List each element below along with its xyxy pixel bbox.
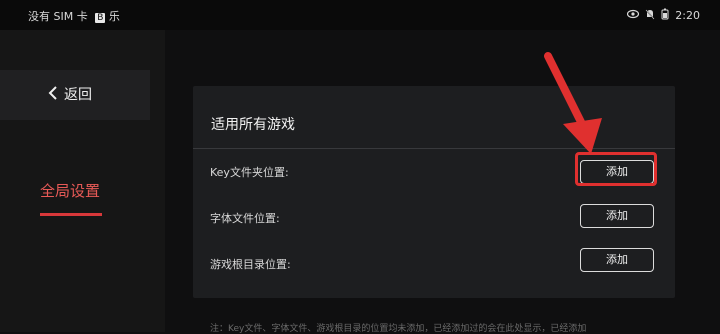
status-left: 没有 SIM 卡 B 乐	[28, 8, 120, 24]
status-extra: 乐	[108, 10, 120, 23]
sidebar-item-global-settings[interactable]: 全局设置	[40, 180, 100, 201]
key-folder-label: Key文件夹位置:	[210, 166, 289, 179]
sim-status: 没有 SIM 卡	[28, 10, 88, 23]
sidebar: 返回 全局设置	[0, 30, 165, 332]
clock-time: 2:20	[675, 9, 700, 22]
game-root-label: 游戏根目录位置:	[210, 258, 291, 271]
battery-icon	[661, 8, 669, 23]
eye-icon	[627, 9, 640, 22]
font-file-label: 字体文件位置:	[210, 212, 280, 225]
sim-badge: B	[95, 13, 106, 23]
footer-note: 注：Key文件、字体文件、游戏根目录的位置均未添加，已经添加过的会在此处显示，已…	[210, 324, 587, 334]
selected-indicator	[40, 213, 102, 216]
highlight-box	[575, 152, 657, 186]
status-bar: 没有 SIM 卡 B 乐 2:20	[0, 0, 720, 30]
add-font-file-button[interactable]: 添加	[580, 204, 654, 228]
back-row: 返回	[0, 70, 150, 120]
status-right: 2:20	[627, 8, 700, 23]
add-game-root-button[interactable]: 添加	[580, 248, 654, 272]
settings-panel: 适用所有游戏 Key文件夹位置: 添加 字体文件位置: 添加 游戏根目录位置: …	[193, 86, 675, 298]
mute-icon	[645, 9, 655, 23]
back-label: 返回	[64, 87, 92, 103]
chevron-left-icon	[48, 85, 58, 104]
back-button[interactable]: 返回	[48, 84, 92, 104]
divider	[193, 148, 675, 149]
panel-title: 适用所有游戏	[211, 117, 295, 133]
